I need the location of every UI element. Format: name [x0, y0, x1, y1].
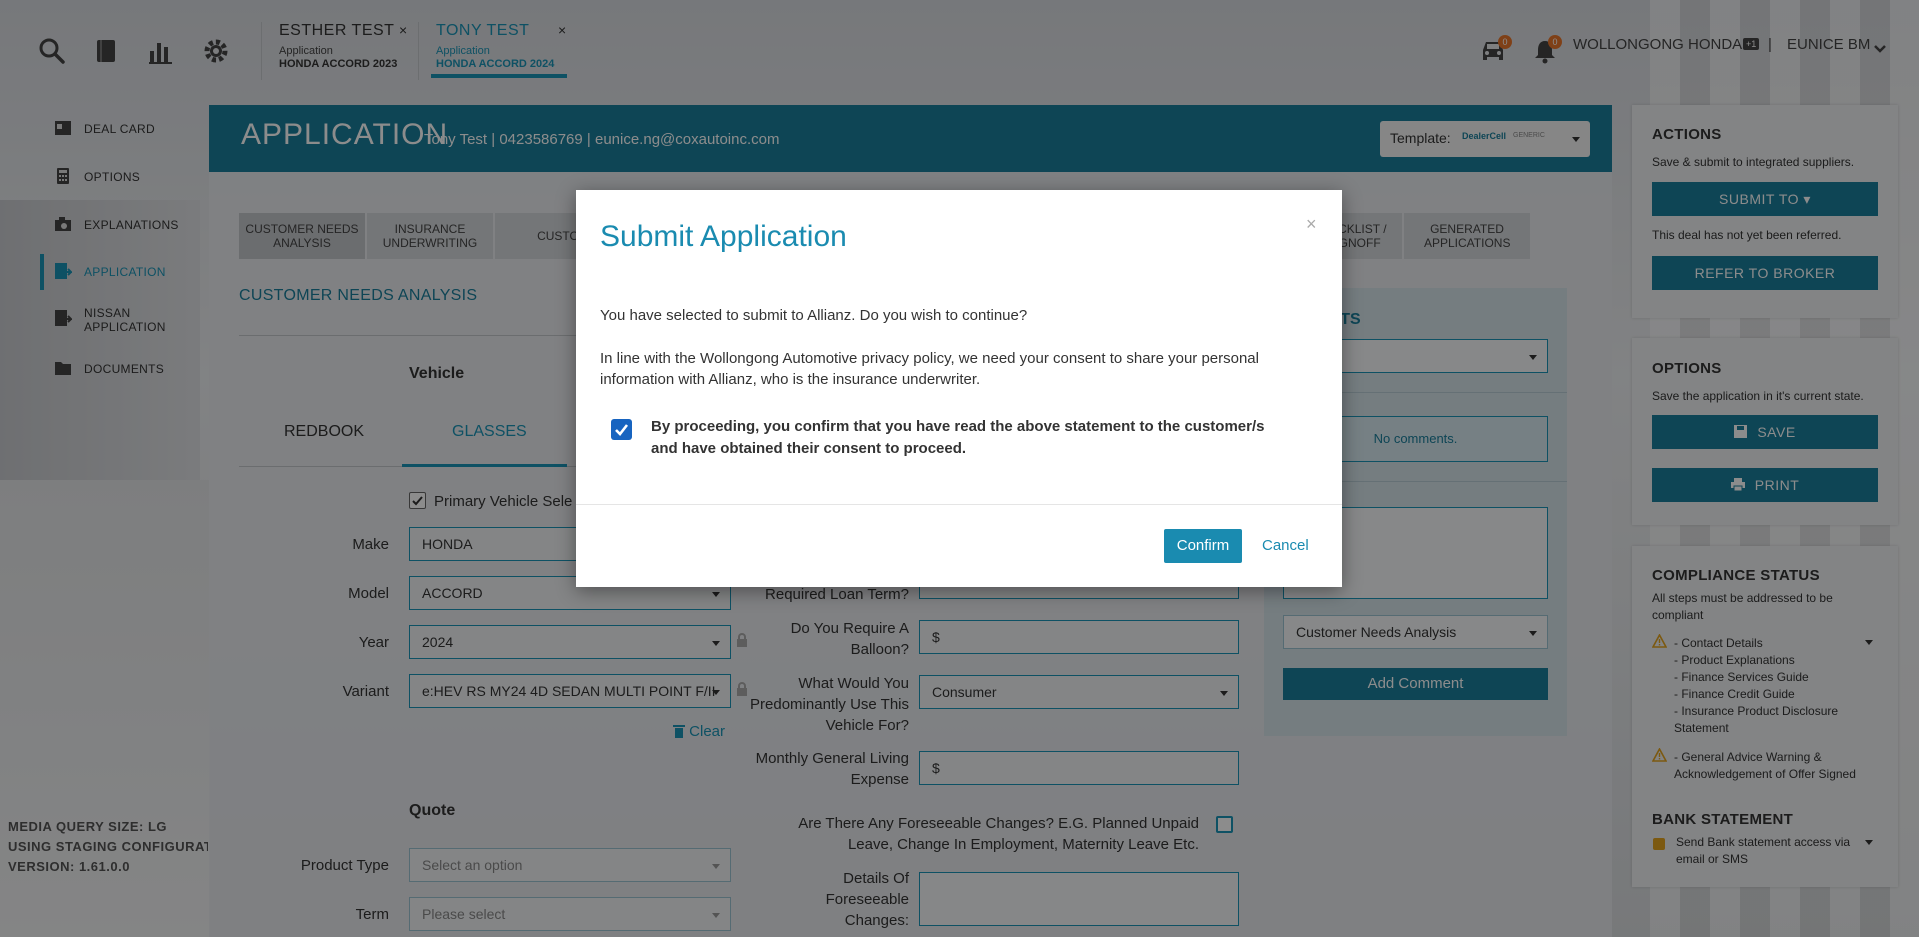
check-icon	[615, 424, 629, 436]
consent-label: By proceeding, you confirm that you have…	[651, 418, 1265, 457]
submit-application-dialog: Submit Application × You have selected t…	[576, 190, 1342, 587]
confirm-button[interactable]: Confirm	[1164, 529, 1242, 563]
dialog-footer-divider	[576, 504, 1342, 505]
dialog-message: You have selected to submit to Allianz. …	[600, 307, 1028, 324]
privacy-statement: In line with the Wollongong Automotive p…	[600, 350, 1259, 388]
close-icon[interactable]: ×	[1306, 214, 1317, 235]
dialog-title: Submit Application	[600, 220, 847, 253]
consent-checkbox[interactable]	[611, 419, 632, 440]
cancel-button[interactable]: Cancel	[1262, 537, 1309, 554]
